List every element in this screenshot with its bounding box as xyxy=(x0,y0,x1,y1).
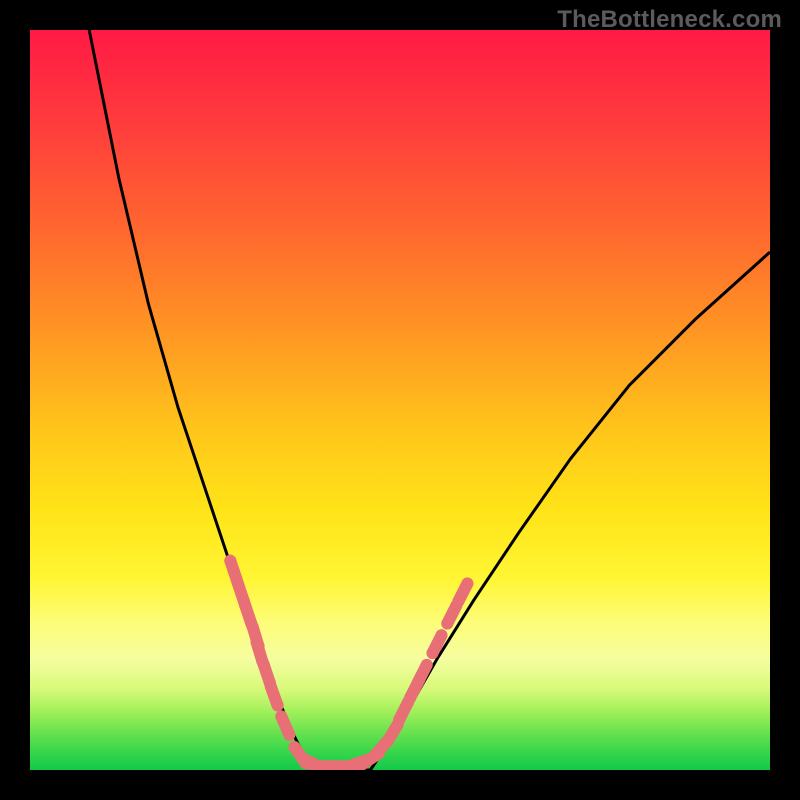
data-marker-cap xyxy=(296,752,308,764)
data-marker-cap xyxy=(356,758,368,770)
data-marker-cap xyxy=(251,636,263,648)
data-marker-cap xyxy=(436,629,448,641)
data-marker-cap xyxy=(441,618,453,630)
data-marker-cap xyxy=(412,677,424,689)
data-marker-cap xyxy=(461,578,473,590)
data-marker-cap xyxy=(369,749,381,761)
data-marker-cap xyxy=(265,681,277,693)
chart-frame: TheBottleneck.com xyxy=(0,0,800,800)
data-marker-cap xyxy=(224,555,236,567)
data-marker-cap xyxy=(452,595,464,607)
data-marker-cap xyxy=(275,710,287,722)
data-marker-cap xyxy=(247,621,259,633)
data-marker-cap xyxy=(232,577,244,589)
data-marker-cap xyxy=(283,729,295,741)
data-marker-cap xyxy=(427,647,439,659)
curve-layer xyxy=(30,30,770,770)
data-marker-cap xyxy=(393,714,405,726)
data-marker-cap xyxy=(272,699,284,711)
data-marker-cap xyxy=(288,741,300,753)
bottleneck-curve xyxy=(89,30,770,770)
plot-area xyxy=(30,30,770,770)
data-marker-cap xyxy=(382,736,394,748)
data-marker-cap xyxy=(239,599,251,611)
data-marker-cap xyxy=(258,658,270,670)
watermark-text: TheBottleneck.com xyxy=(557,6,782,34)
data-marker-cap xyxy=(421,659,433,671)
data-marker-cap xyxy=(404,692,416,704)
